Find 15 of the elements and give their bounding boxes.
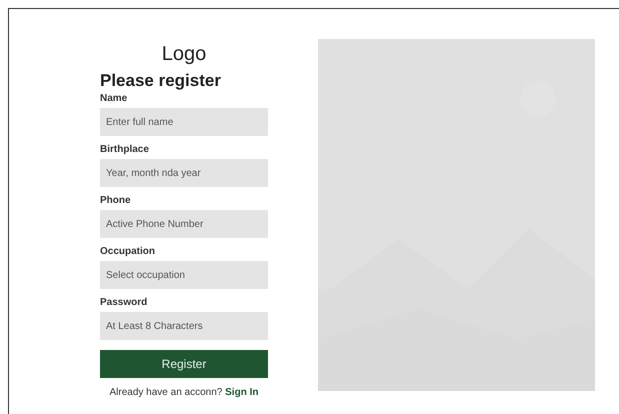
field-label: Birthplace — [100, 144, 150, 156]
field-label: Password — [100, 297, 148, 309]
input-field[interactable]: Select occupation — [100, 261, 268, 289]
logo-text: Logo — [160, 42, 208, 67]
field-label: Occupation — [100, 246, 156, 258]
input-field[interactable]: Enter full name — [100, 108, 268, 136]
signin-prompt: Already have an acconn? — [110, 387, 222, 398]
sign-in-link[interactable]: Sign In — [225, 387, 258, 398]
input-field[interactable]: Active Phone Number — [100, 210, 268, 238]
input-field[interactable]: Year, month nda year — [100, 159, 268, 187]
input-field[interactable]: At Least 8 Characters — [100, 312, 268, 340]
form-heading: Please register — [100, 71, 222, 91]
field-label: Phone — [100, 195, 132, 207]
field-label: Name — [100, 93, 128, 105]
register-button[interactable]: Register — [100, 350, 268, 378]
